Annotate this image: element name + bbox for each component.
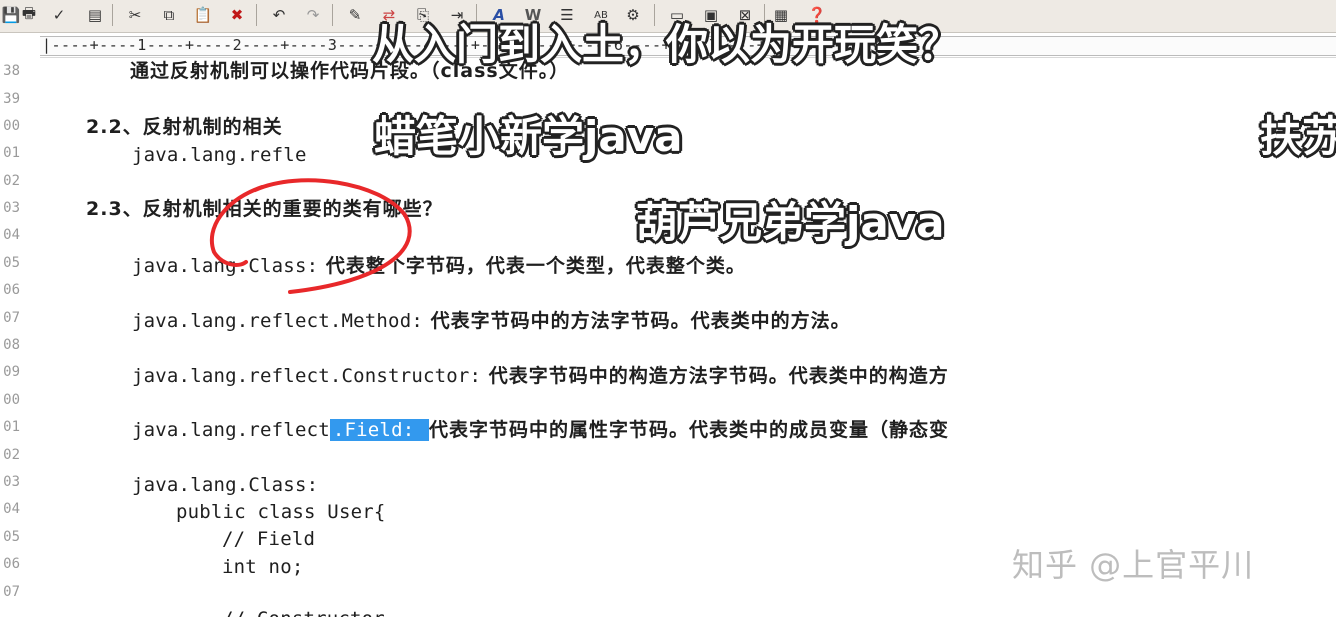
red-circle-annotation [209, 178, 412, 294]
caption-right: 扶苏 [1260, 112, 1336, 161]
annotation-layer [209, 178, 412, 294]
zhihu-watermark: 知乎 @上官平川 [1012, 546, 1255, 584]
caption-calabash: 葫芦兄弟学java [636, 198, 945, 247]
caption-crayon: 蜡笔小新学java [374, 112, 683, 161]
caption-top: 从入门到入土，你以为开玩笑？ [372, 20, 961, 69]
